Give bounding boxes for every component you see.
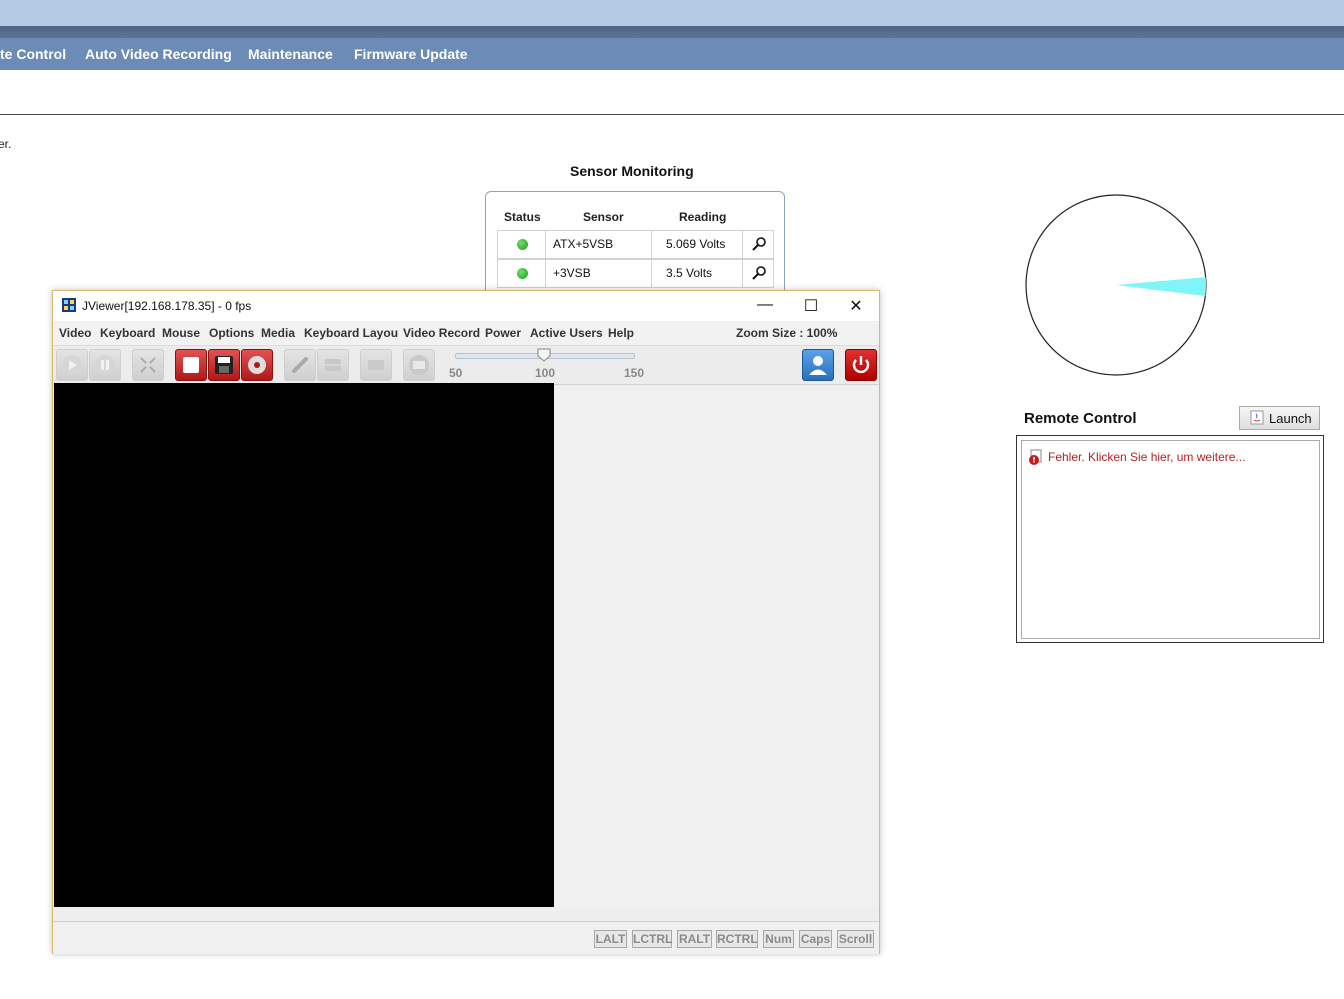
- video-bottom-margin: [53, 907, 879, 921]
- ralt-indicator: RALT: [677, 930, 712, 948]
- sensor-header-reading: Reading: [679, 210, 727, 224]
- save-button[interactable]: [208, 349, 240, 381]
- sensor-details-button[interactable]: [744, 260, 773, 287]
- fullscreen-button[interactable]: [132, 349, 164, 381]
- usage-pie-chart: [1025, 194, 1207, 376]
- pause-icon: [95, 355, 115, 375]
- jviewer-menubar: Video Keyboard Mouse Options Media Keybo…: [53, 321, 879, 345]
- menu-options[interactable]: Options: [209, 326, 254, 340]
- sensor-name: +3VSB: [546, 260, 652, 287]
- status-ok-icon: [517, 239, 528, 250]
- jviewer-title: JViewer[192.168.178.35] - 0 fps: [82, 299, 252, 313]
- sensor-reading: 3.5 Volts: [659, 260, 743, 287]
- nav-remote-control[interactable]: te Control: [0, 46, 66, 62]
- zoom-size-label: Zoom Size : 100%: [736, 326, 838, 340]
- hard-disk-button[interactable]: [317, 349, 349, 381]
- applet-error-message[interactable]: Fehler. Klicken Sie hier, um weitere...: [1048, 450, 1245, 464]
- launch-label: Launch: [1269, 411, 1312, 426]
- menu-keyboard[interactable]: Keyboard: [100, 326, 155, 340]
- sensor-monitoring-title: Sensor Monitoring: [570, 163, 694, 179]
- rctrl-indicator: RCTRL: [716, 930, 758, 948]
- remote-control-applet-frame: Fehler. Klicken Sie hier, um weitere...: [1016, 435, 1324, 643]
- lalt-indicator: LALT: [594, 930, 627, 948]
- jviewer-toolbar: 50 100 150: [53, 345, 879, 385]
- menu-help[interactable]: Help: [608, 326, 634, 340]
- jviewer-window: JViewer[192.168.178.35] - 0 fps — ☐ ✕ Vi…: [52, 290, 880, 954]
- video-record-button[interactable]: [175, 349, 207, 381]
- capslock-indicator: Caps: [799, 930, 832, 948]
- sensor-row: +3VSB 3.5 Volts: [497, 259, 774, 288]
- zoom-min-label: 50: [449, 366, 463, 380]
- keyboard-icon: [368, 360, 384, 370]
- nav-auto-video-recording[interactable]: Auto Video Recording: [85, 46, 232, 62]
- zoom-max-label: 150: [624, 366, 645, 380]
- content-divider: [0, 114, 1344, 115]
- nav-firmware-update[interactable]: Firmware Update: [354, 46, 468, 62]
- jviewer-app-icon: [62, 298, 76, 312]
- hotkeys-button[interactable]: [403, 349, 435, 381]
- menu-keyboard-layout[interactable]: Keyboard Layout: [304, 326, 398, 340]
- sensor-reading: 5.069 Volts: [659, 231, 743, 258]
- status-ok-icon: [517, 268, 528, 279]
- play-button[interactable]: [56, 349, 88, 381]
- jviewer-statusbar: LALT LCTRL RALT RCTRL Num Caps Scroll: [53, 921, 879, 954]
- user-icon: [809, 356, 827, 375]
- page-intro-text: er.: [0, 137, 12, 151]
- soft-keyboard-button[interactable]: [360, 349, 392, 381]
- menu-mouse[interactable]: Mouse: [162, 326, 200, 340]
- menu-video-record[interactable]: Video Record: [403, 326, 480, 340]
- close-button[interactable]: ✕: [841, 296, 871, 316]
- top-banner: [0, 0, 1344, 26]
- cd-media-button[interactable]: [241, 349, 273, 381]
- menu-video[interactable]: Video: [59, 326, 91, 340]
- maximize-button[interactable]: ☐: [796, 296, 826, 316]
- sensor-header-status: Status: [504, 210, 541, 224]
- power-icon: [852, 356, 870, 374]
- zoom-slider-thumb[interactable]: [537, 348, 551, 362]
- launch-button[interactable]: Launch: [1239, 406, 1320, 430]
- magnifier-icon: [752, 266, 766, 280]
- applet-area[interactable]: Fehler. Klicken Sie hier, um weitere...: [1021, 440, 1320, 639]
- menu-active-users[interactable]: Active Users: [530, 326, 603, 340]
- sensor-monitoring-panel: Status Sensor Reading ATX+5VSB 5.069 Vol…: [485, 191, 785, 303]
- sensor-row: ATX+5VSB 5.069 Volts: [497, 230, 774, 259]
- lctrl-indicator: LCTRL: [632, 930, 673, 948]
- play-icon: [62, 355, 82, 375]
- record-icon: [183, 357, 199, 373]
- scrolllock-indicator: Scroll: [837, 930, 874, 948]
- sensor-details-button[interactable]: [744, 231, 773, 258]
- minimize-button[interactable]: —: [750, 296, 780, 316]
- header-divider: [0, 26, 1344, 38]
- zoom-mid-label: 100: [535, 366, 556, 380]
- sensor-header-sensor: Sensor: [583, 210, 624, 224]
- remote-video-display[interactable]: [54, 383, 554, 907]
- nav-maintenance[interactable]: Maintenance: [248, 46, 333, 62]
- sensor-name: ATX+5VSB: [546, 231, 652, 258]
- error-icon: [1029, 449, 1042, 465]
- menu-power[interactable]: Power: [485, 326, 521, 340]
- main-nav: te Control Auto Video Recording Maintena…: [0, 38, 1344, 70]
- remote-control-title: Remote Control: [1024, 410, 1137, 427]
- jviewer-titlebar[interactable]: JViewer[192.168.178.35] - 0 fps — ☐ ✕: [53, 291, 879, 321]
- hotkeys-icon: [409, 355, 429, 375]
- java-icon: [1250, 410, 1264, 425]
- magnifier-icon: [752, 237, 766, 251]
- fullscreen-icon: [140, 357, 156, 373]
- hard-disk-icon: [325, 359, 341, 371]
- menu-media[interactable]: Media: [261, 326, 295, 340]
- active-users-button[interactable]: [802, 349, 834, 381]
- numlock-indicator: Num: [763, 930, 794, 948]
- floppy-disk-icon: [215, 356, 233, 374]
- cd-icon: [248, 356, 266, 374]
- pause-button[interactable]: [89, 349, 121, 381]
- power-button[interactable]: [845, 349, 877, 381]
- usb-media-button[interactable]: [284, 349, 316, 381]
- usb-icon: [292, 357, 308, 373]
